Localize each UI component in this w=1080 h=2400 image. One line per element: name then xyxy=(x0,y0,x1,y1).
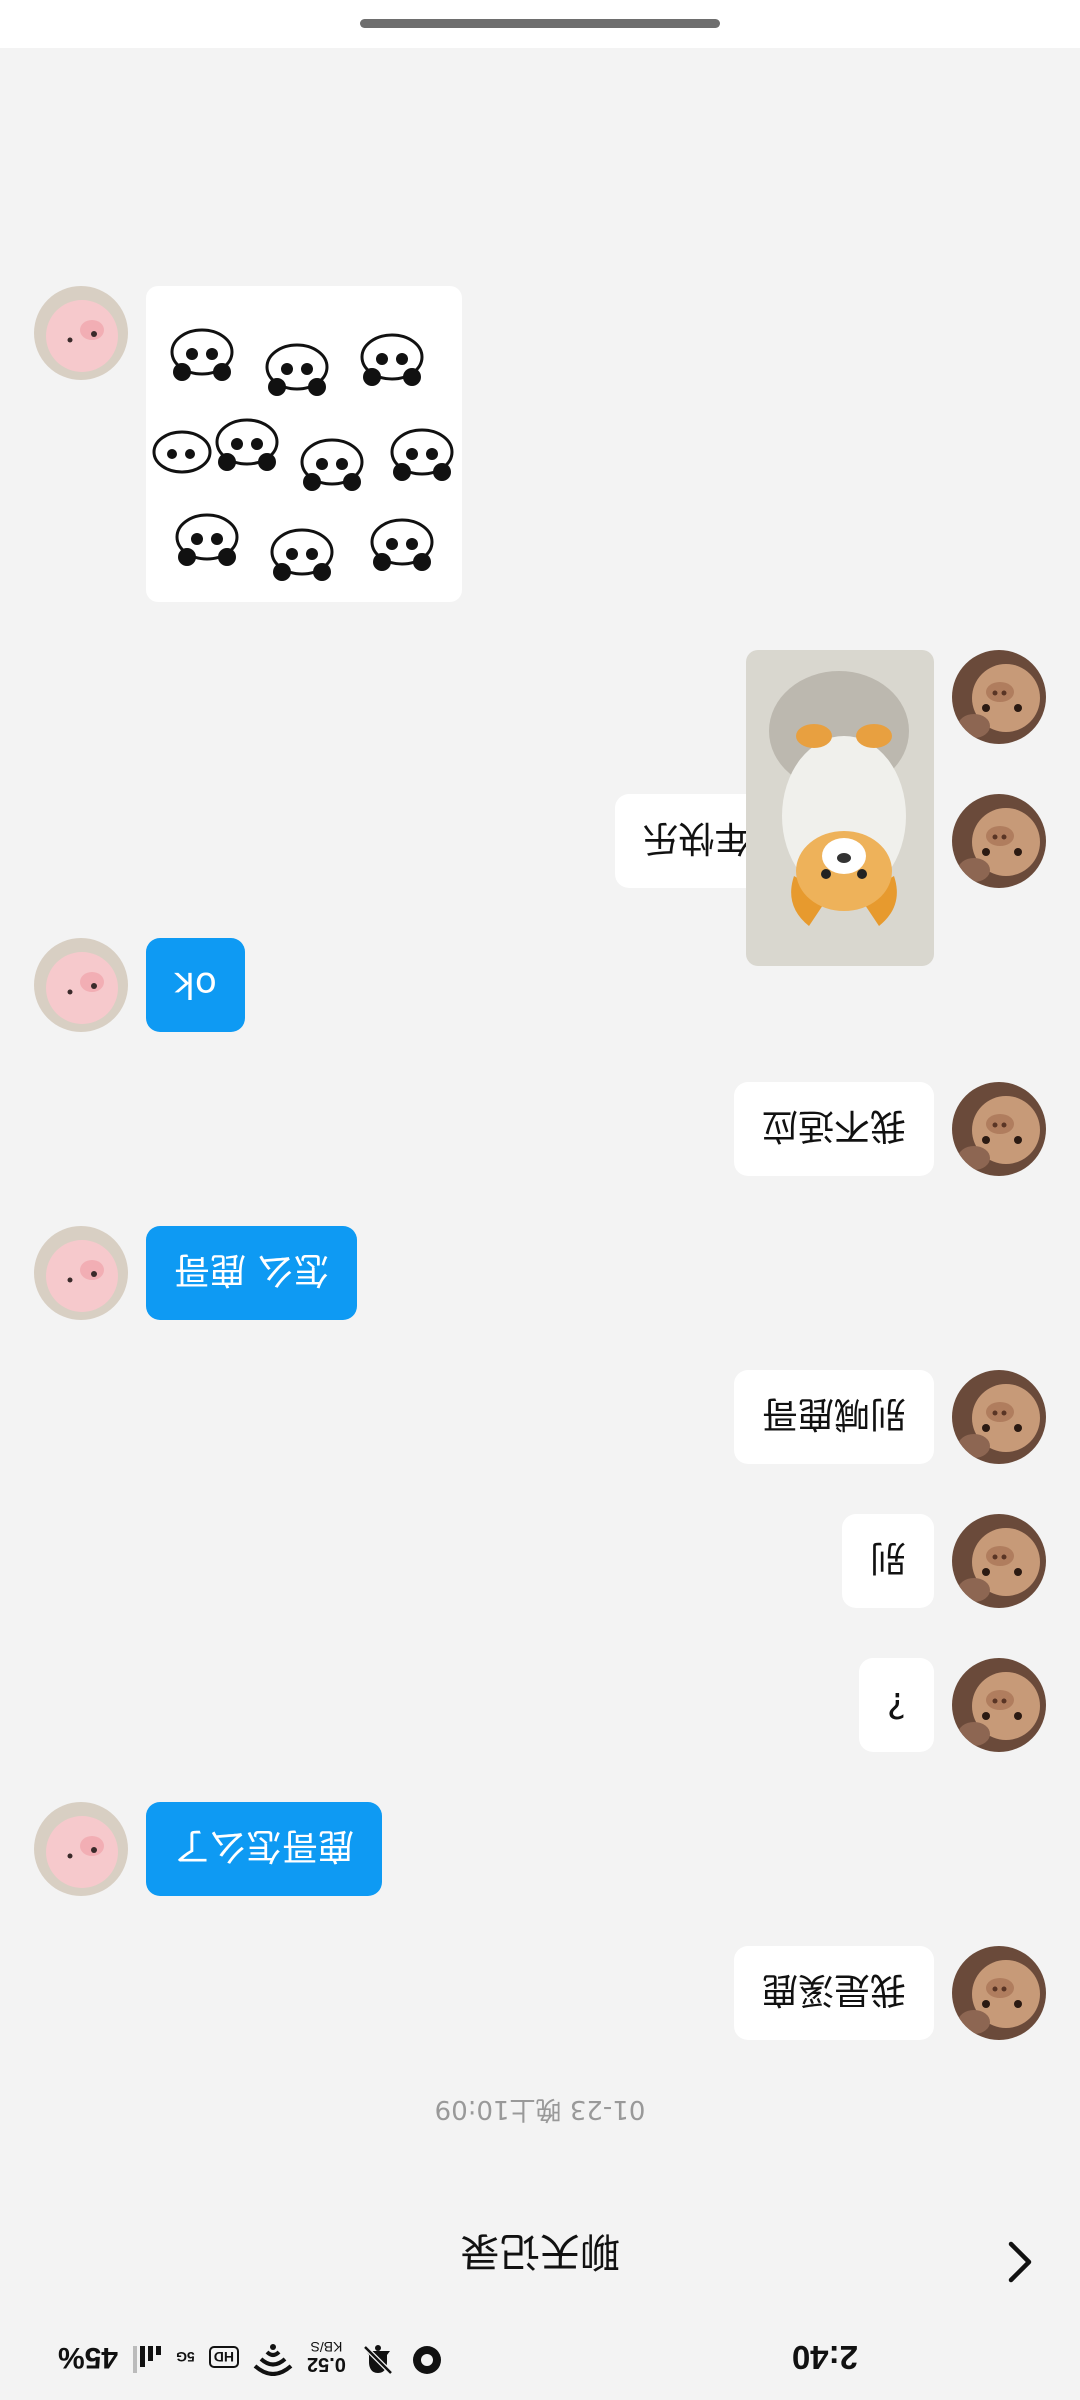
corgi-sticker-icon[interactable] xyxy=(746,650,934,966)
wifi-icon xyxy=(253,2339,293,2376)
avatar[interactable] xyxy=(34,286,128,380)
screen: 2:40 0.52 KB/S HD 5G 45% 聊天记录 01-23 晚上10… xyxy=(0,0,1080,2400)
message-bubble[interactable]: 我是溪鹿 xyxy=(733,1946,934,2040)
message-bubble[interactable]: 怎么 鹿哥 xyxy=(146,1226,358,1320)
avatar[interactable] xyxy=(952,1946,1046,2040)
avatar[interactable] xyxy=(952,650,1046,744)
panda-sticker-icon[interactable] xyxy=(146,286,462,602)
message-timestamp: 01-23 晚上10:09 xyxy=(434,2094,646,2124)
chat-header: 聊天记录 xyxy=(0,2200,1080,2320)
clock: 2:40 xyxy=(791,2339,858,2376)
avatar[interactable] xyxy=(952,1658,1046,1752)
avatar[interactable] xyxy=(952,1370,1046,1464)
network-speed: 0.52 KB/S xyxy=(306,2339,346,2376)
page-title: 聊天记录 xyxy=(460,2228,620,2274)
message-bubble[interactable]: 鹿哥怎么了 xyxy=(146,1802,383,1896)
ai-ring-icon xyxy=(410,2338,444,2377)
status-bar: 2:40 0.52 KB/S HD 5G 45% xyxy=(0,2320,1080,2400)
network-type: 5G xyxy=(176,2349,195,2366)
signal-icon xyxy=(132,2340,162,2375)
message-bubble[interactable]: 我不适应 xyxy=(733,1082,934,1176)
gesture-bar xyxy=(0,0,1080,48)
avatar[interactable] xyxy=(34,1226,128,1320)
chat-history[interactable]: 01-23 晚上10:09 我是溪鹿 鹿哥怎么了 ? 别 别喊鹿哥 怎么 鹿哥 … xyxy=(0,50,1080,2200)
message-bubble[interactable]: 别 xyxy=(841,1514,934,1608)
mute-bell-icon xyxy=(360,2337,396,2378)
avatar[interactable] xyxy=(952,1514,1046,1608)
hd-badge: HD xyxy=(208,2346,239,2369)
message-bubble[interactable]: ? xyxy=(858,1658,934,1752)
gesture-handle[interactable] xyxy=(360,19,720,28)
status-icons: 0.52 KB/S HD 5G 45% xyxy=(58,2337,444,2378)
message-bubble[interactable]: ok xyxy=(146,938,245,1032)
avatar[interactable] xyxy=(952,1082,1046,1176)
avatar[interactable] xyxy=(34,1802,128,1896)
message-bubble[interactable]: 别喊鹿哥 xyxy=(733,1370,934,1464)
avatar[interactable] xyxy=(34,938,128,1032)
avatar[interactable] xyxy=(952,794,1046,888)
battery-level: 45% xyxy=(58,2341,119,2375)
